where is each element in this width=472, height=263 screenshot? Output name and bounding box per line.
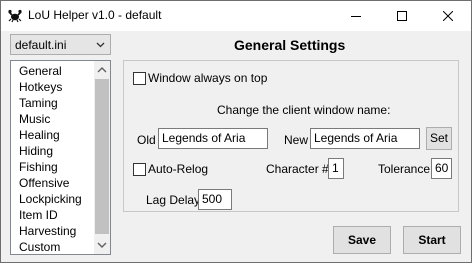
scrollbar-thumb[interactable] <box>95 79 109 234</box>
title-bar[interactable]: LoU Helper v1.0 - default <box>1 1 471 31</box>
page-title: General Settings <box>234 37 346 53</box>
save-button[interactable]: Save <box>333 226 391 254</box>
list-item-offensive[interactable]: Offensive <box>19 175 69 191</box>
new-name-field[interactable]: Legends of Aria <box>310 128 420 149</box>
lag-delay-label: Lag Delay <box>146 193 201 207</box>
lobster-icon <box>8 9 22 23</box>
old-name-label: Old <box>137 133 156 147</box>
auto-relog-checkbox[interactable] <box>133 163 146 176</box>
list-item-harvesting[interactable]: Harvesting <box>19 223 76 239</box>
list-item-hotkeys[interactable]: Hotkeys <box>19 79 62 95</box>
scroll-up-icon[interactable] <box>94 63 110 77</box>
list-item-hiding[interactable]: Hiding <box>19 143 53 159</box>
chevron-down-icon <box>96 42 105 48</box>
list-item-item-id[interactable]: Item ID <box>19 207 58 223</box>
tolerance-label: Tolerance <box>378 162 431 176</box>
character-number-field[interactable]: 1 <box>328 158 344 179</box>
new-name-label: New <box>284 133 309 147</box>
auto-relog-label[interactable]: Auto-Relog <box>148 162 208 176</box>
list-item-healing[interactable]: Healing <box>19 127 60 143</box>
start-button[interactable]: Start <box>403 226 461 254</box>
maximize-icon <box>397 11 407 21</box>
lag-delay-field[interactable]: 500 <box>198 189 232 210</box>
rename-caption: Change the client window name: <box>217 103 391 117</box>
settings-category-list[interactable]: General Hotkeys Taming Music Healing Hid… <box>10 60 111 255</box>
minimize-button[interactable] <box>333 1 379 31</box>
list-item-lockpicking[interactable]: Lockpicking <box>19 191 82 207</box>
set-name-button[interactable]: Set <box>426 127 452 150</box>
list-item-custom[interactable]: Custom <box>19 239 60 255</box>
app-window: LoU Helper v1.0 - default default.ini Ge… <box>0 0 472 263</box>
general-settings-panel: Window always on top Change the client w… <box>123 60 459 212</box>
profile-dropdown[interactable]: default.ini <box>10 34 111 55</box>
list-scrollbar[interactable] <box>94 61 110 254</box>
list-item-general[interactable]: General <box>19 63 62 79</box>
minimize-icon <box>351 16 361 17</box>
list-item-fishing[interactable]: Fishing <box>19 159 58 175</box>
old-name-field[interactable]: Legends of Aria <box>158 128 268 149</box>
always-on-top-label[interactable]: Window always on top <box>148 71 267 85</box>
always-on-top-checkbox[interactable] <box>133 72 146 85</box>
tolerance-field[interactable]: 60 <box>431 158 452 179</box>
maximize-button[interactable] <box>379 1 425 31</box>
scroll-down-icon[interactable] <box>94 238 110 252</box>
list-item-taming[interactable]: Taming <box>19 95 58 111</box>
close-button[interactable] <box>425 1 471 31</box>
character-number-label: Character # <box>266 162 329 176</box>
close-icon <box>442 10 454 22</box>
profile-dropdown-value: default.ini <box>15 38 67 52</box>
list-item-music[interactable]: Music <box>19 111 50 127</box>
window-title: LoU Helper v1.0 - default <box>28 8 162 22</box>
